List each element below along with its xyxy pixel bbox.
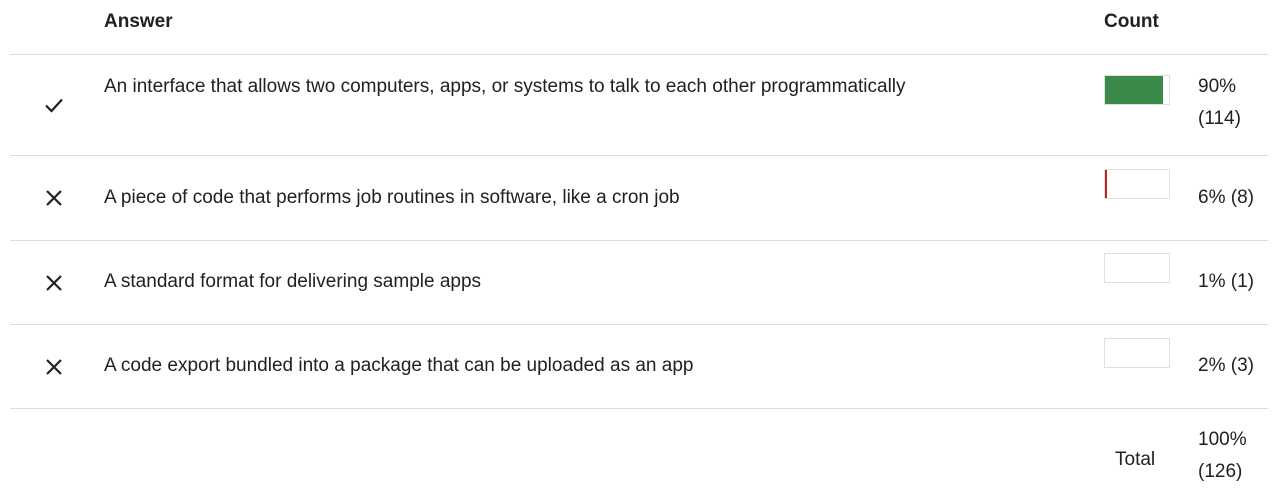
count-column-header: Count	[1104, 11, 1159, 32]
answer-row: A piece of code that performs job routin…	[0, 156, 1278, 240]
answer-text: An interface that allows two computers, …	[104, 76, 906, 97]
answer-row: A standard format for delivering sample …	[0, 241, 1278, 324]
answer-text: A piece of code that performs job routin…	[104, 187, 680, 208]
check-icon	[42, 93, 66, 117]
results-header: Answer Count	[0, 0, 1278, 54]
total-count-value: (126)	[1198, 461, 1243, 482]
answer-row: An interface that allows two computers, …	[0, 55, 1278, 155]
result-bar	[1104, 169, 1170, 199]
total-percent-value: 100%	[1198, 429, 1247, 450]
result-bar-fill	[1105, 76, 1163, 104]
result-percent: 90% (114)	[1198, 71, 1274, 135]
result-percent-value: 90%	[1198, 76, 1237, 97]
result-bar	[1104, 253, 1170, 283]
result-bar	[1104, 338, 1170, 368]
answer-text: A standard format for delivering sample …	[104, 271, 482, 292]
total-percent: 100% (126)	[1198, 424, 1274, 488]
answer-column-header: Answer	[104, 11, 173, 32]
cross-icon	[42, 186, 66, 210]
result-bar	[1104, 75, 1170, 105]
answer-text: A code export bundled into a package tha…	[104, 355, 694, 376]
result-percent: 6% (8)	[1198, 187, 1254, 208]
result-percent: 2% (3)	[1198, 355, 1254, 376]
result-count-value: (114)	[1198, 108, 1241, 129]
cross-icon	[42, 355, 66, 379]
total-label: Total	[1115, 449, 1156, 470]
answer-row: A code export bundled into a package tha…	[0, 325, 1278, 408]
result-percent: 1% (1)	[1198, 271, 1254, 292]
result-bar-fill	[1105, 170, 1107, 198]
divider	[10, 408, 1268, 409]
cross-icon	[42, 271, 66, 295]
